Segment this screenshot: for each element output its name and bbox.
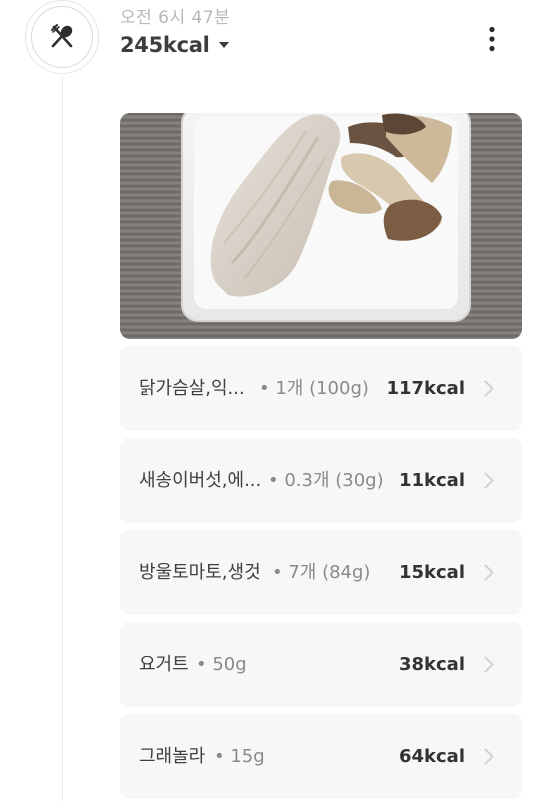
- caret-down-icon: [218, 42, 229, 48]
- food-name: 방울토마토,생것: [139, 562, 261, 583]
- food-name: 새송이버섯,에...: [139, 470, 262, 491]
- chevron-right-icon: [484, 472, 494, 489]
- food-kcal: 15kcal: [398, 562, 465, 583]
- vertical-dots-icon: [489, 26, 495, 52]
- meal-photo-image: [120, 113, 522, 339]
- food-item-card[interactable]: 요거트 • 50g 38kcal: [120, 622, 522, 707]
- food-kcal: 64kcal: [398, 746, 465, 767]
- chevron-right-icon: [484, 748, 494, 765]
- food-kcal: 117kcal: [386, 378, 465, 399]
- food-kcal: 11kcal: [398, 470, 465, 491]
- food-amount: • 0.3개 (30g): [268, 470, 384, 491]
- total-kcal-value: 245kcal: [120, 33, 210, 57]
- total-kcal-dropdown[interactable]: 245kcal: [120, 33, 230, 57]
- food-amount: • 7개 (84g): [272, 562, 371, 583]
- chevron-right-icon: [484, 380, 494, 397]
- food-name: 요거트: [139, 654, 189, 675]
- meal-photo[interactable]: [120, 113, 522, 339]
- chevron-right-icon: [484, 656, 494, 673]
- food-name: 닭가슴살,익...: [139, 378, 245, 399]
- fork-spoon-icon: [51, 24, 73, 48]
- more-options-button[interactable]: [478, 24, 506, 54]
- timeline-line: [62, 76, 63, 801]
- food-item-card[interactable]: 방울토마토,생것 • 7개 (84g) 15kcal: [120, 530, 522, 615]
- chevron-right-icon: [484, 564, 494, 581]
- food-item-card[interactable]: 그래놀라 • 15g 64kcal: [120, 714, 522, 799]
- food-amount: • 15g: [214, 746, 265, 767]
- meal-time: 오전 6시 47분: [120, 8, 231, 28]
- food-kcal: 38kcal: [398, 654, 465, 675]
- food-item-card[interactable]: 새송이버섯,에... • 0.3개 (30g) 11kcal: [120, 438, 522, 523]
- food-name: 그래놀라: [139, 746, 206, 767]
- meal-type-badge-inner: [31, 6, 93, 68]
- meal-type-badge: [25, 0, 99, 74]
- food-amount: • 1개 (100g): [259, 378, 369, 399]
- food-amount: • 50g: [196, 654, 247, 675]
- food-item-card[interactable]: 닭가슴살,익... • 1개 (100g) 117kcal: [120, 346, 522, 431]
